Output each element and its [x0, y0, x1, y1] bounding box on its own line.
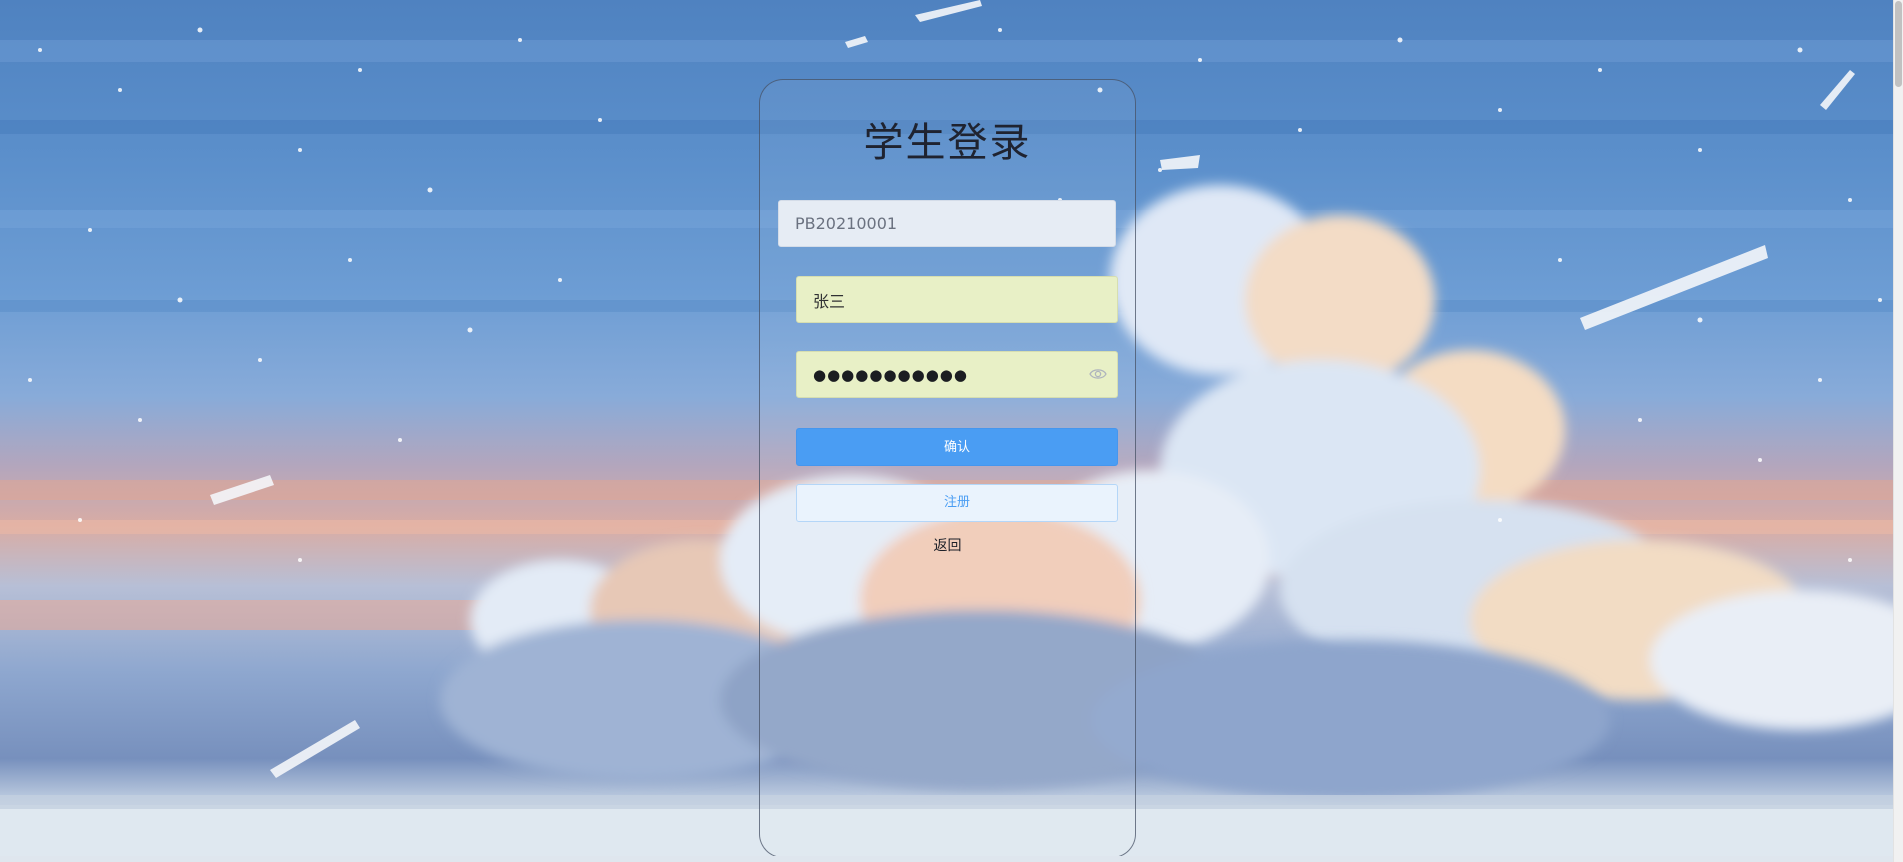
name-field[interactable] [796, 276, 1118, 323]
scrollbar-thumb[interactable] [1895, 1, 1902, 87]
vertical-scrollbar[interactable] [1893, 0, 1903, 862]
name-input[interactable] [797, 277, 1117, 322]
register-button[interactable]: 注册 [796, 484, 1118, 522]
student-id-field[interactable] [778, 200, 1116, 247]
confirm-button[interactable]: 确认 [796, 428, 1118, 466]
page-title: 学生登录 [863, 120, 1032, 166]
password-input[interactable] [797, 352, 1117, 397]
student-id-input[interactable] [779, 201, 1115, 246]
password-field[interactable] [796, 351, 1118, 398]
eye-icon[interactable] [1089, 367, 1107, 381]
page-bottom-edge [0, 856, 1894, 862]
back-link[interactable]: 返回 [760, 535, 1135, 555]
login-card: 学生登录 确认 注册 返回 [759, 79, 1136, 858]
